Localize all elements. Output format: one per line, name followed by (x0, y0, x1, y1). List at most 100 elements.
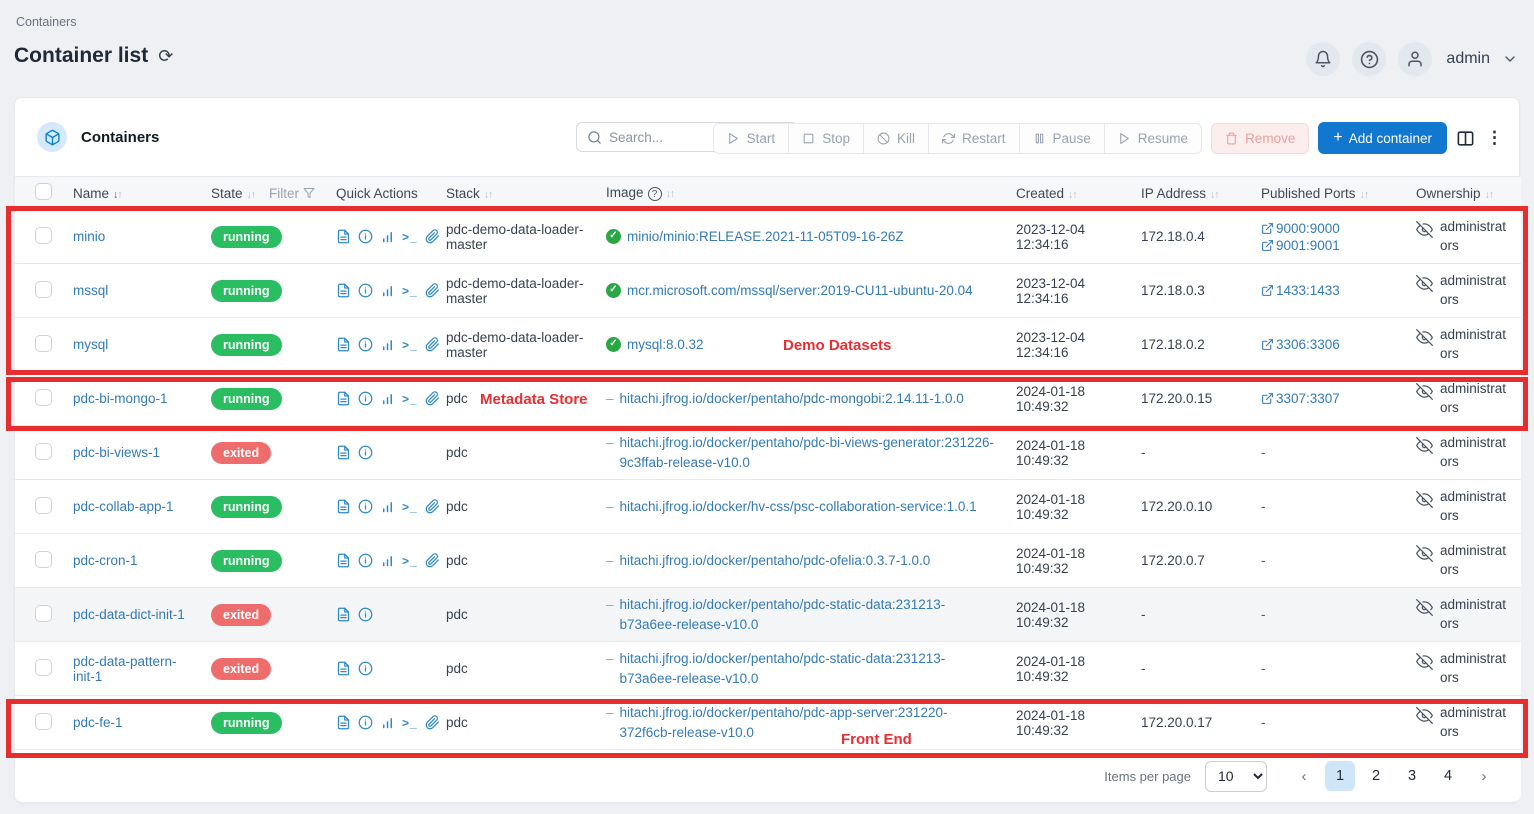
published-port-link[interactable]: 3307:3307 (1261, 391, 1340, 406)
logs-icon[interactable] (336, 391, 351, 406)
row-checkbox[interactable] (35, 443, 52, 460)
row-checkbox[interactable] (35, 281, 52, 298)
refresh-icon[interactable]: ⟳ (158, 46, 173, 67)
resume-button[interactable]: Resume (1104, 124, 1201, 153)
image-link[interactable]: mcr.microsoft.com/mssql/server:2019-CU11… (627, 281, 973, 301)
inspect-icon[interactable] (358, 499, 373, 514)
kebab-menu-icon[interactable]: ⋮ (1484, 128, 1505, 148)
console-icon[interactable]: >_ (402, 392, 418, 406)
image-link[interactable]: minio/minio:RELEASE.2021-11-05T09-16-26Z (627, 227, 904, 247)
row-checkbox[interactable] (35, 497, 52, 514)
column-header-created[interactable]: Created↓↑ (1006, 186, 1131, 201)
image-help-icon[interactable]: ? (648, 187, 662, 201)
column-header-name[interactable]: Name↓↑ (63, 186, 201, 201)
container-name-link[interactable]: pdc-collab-app-1 (73, 499, 174, 514)
logs-icon[interactable] (336, 715, 351, 730)
columns-settings-icon[interactable] (1456, 129, 1475, 148)
console-icon[interactable]: >_ (402, 716, 418, 730)
pause-button[interactable]: Pause (1019, 124, 1104, 153)
column-header-stack[interactable]: Stack↓↑ (436, 186, 596, 201)
state-filter[interactable]: Filter (269, 186, 315, 201)
remove-button[interactable]: Remove (1211, 123, 1309, 154)
stop-button[interactable]: Stop (788, 124, 863, 153)
logs-icon[interactable] (336, 661, 351, 676)
inspect-icon[interactable] (358, 607, 373, 622)
stats-icon[interactable] (380, 499, 395, 514)
notifications-button[interactable] (1306, 42, 1340, 76)
image-link[interactable]: mysql:8.0.32 (627, 335, 704, 355)
user-menu-button[interactable] (1398, 42, 1432, 76)
items-per-page-select[interactable]: 10 (1205, 761, 1267, 792)
image-link[interactable]: hitachi.jfrog.io/docker/pentaho/pdc-mong… (620, 389, 964, 409)
container-name-link[interactable]: pdc-bi-mongo-1 (73, 391, 168, 406)
container-name-link[interactable]: pdc-cron-1 (73, 553, 138, 568)
console-icon[interactable]: >_ (402, 554, 418, 568)
inspect-icon[interactable] (358, 391, 373, 406)
pagination-page-2[interactable]: 2 (1361, 761, 1391, 791)
image-link[interactable]: hitachi.jfrog.io/docker/pentaho/pdc-bi-v… (620, 433, 998, 472)
stats-icon[interactable] (380, 283, 395, 298)
select-all-checkbox[interactable] (35, 183, 52, 200)
published-port-link[interactable]: 3306:3306 (1261, 337, 1340, 352)
row-checkbox[interactable] (35, 551, 52, 568)
breadcrumb[interactable]: Containers (16, 15, 76, 29)
logs-icon[interactable] (336, 337, 351, 352)
column-header-image[interactable]: Image?↓↑ (596, 185, 1006, 202)
image-link[interactable]: hitachi.jfrog.io/docker/hv-css/psc-colla… (620, 497, 977, 517)
stats-icon[interactable] (380, 553, 395, 568)
logs-icon[interactable] (336, 445, 351, 460)
console-icon[interactable]: >_ (402, 230, 418, 244)
inspect-icon[interactable] (358, 661, 373, 676)
logs-icon[interactable] (336, 607, 351, 622)
stats-icon[interactable] (380, 391, 395, 406)
image-link[interactable]: hitachi.jfrog.io/docker/pentaho/pdc-app-… (620, 703, 998, 742)
add-container-button[interactable]: + Add container (1318, 122, 1447, 154)
inspect-icon[interactable] (358, 553, 373, 568)
inspect-icon[interactable] (358, 445, 373, 460)
row-checkbox[interactable] (35, 389, 52, 406)
published-port-link[interactable]: 9000:9000 (1261, 221, 1340, 236)
container-name-link[interactable]: minio (73, 229, 105, 244)
image-link[interactable]: hitachi.jfrog.io/docker/pentaho/pdc-stat… (620, 649, 998, 688)
pagination-prev[interactable]: ‹ (1289, 761, 1319, 791)
container-name-link[interactable]: pdc-data-dict-init-1 (73, 607, 185, 622)
start-button[interactable]: Start (714, 124, 789, 153)
pagination-next[interactable]: › (1469, 761, 1499, 791)
image-link[interactable]: hitachi.jfrog.io/docker/pentaho/pdc-ofel… (620, 551, 931, 571)
row-checkbox[interactable] (35, 713, 52, 730)
container-name-link[interactable]: mysql (73, 337, 108, 352)
console-icon[interactable]: >_ (402, 500, 418, 514)
column-header-ip[interactable]: IP Address↓↑ (1131, 186, 1251, 201)
row-checkbox[interactable] (35, 605, 52, 622)
kill-button[interactable]: Kill (863, 124, 928, 153)
image-link[interactable]: hitachi.jfrog.io/docker/pentaho/pdc-stat… (620, 595, 998, 634)
row-checkbox[interactable] (35, 227, 52, 244)
help-button[interactable] (1352, 42, 1386, 76)
logs-icon[interactable] (336, 283, 351, 298)
stats-icon[interactable] (380, 715, 395, 730)
console-icon[interactable]: >_ (402, 338, 418, 352)
container-name-link[interactable]: pdc-data-pattern-init-1 (73, 654, 177, 684)
inspect-icon[interactable] (358, 229, 373, 244)
stats-icon[interactable] (380, 229, 395, 244)
row-checkbox[interactable] (35, 335, 52, 352)
container-name-link[interactable]: pdc-bi-views-1 (73, 445, 160, 460)
column-header-ports[interactable]: Published Ports↓↑ (1251, 186, 1406, 201)
published-port-link[interactable]: 9001:9001 (1261, 238, 1340, 253)
chevron-down-icon[interactable] (1502, 51, 1518, 67)
pagination-page-1[interactable]: 1 (1325, 761, 1355, 791)
container-name-link[interactable]: pdc-fe-1 (73, 715, 123, 730)
console-icon[interactable]: >_ (402, 284, 418, 298)
stats-icon[interactable] (380, 337, 395, 352)
container-name-link[interactable]: mssql (73, 283, 108, 298)
pagination-page-4[interactable]: 4 (1433, 761, 1463, 791)
published-port-link[interactable]: 1433:1433 (1261, 283, 1340, 298)
restart-button[interactable]: Restart (928, 124, 1019, 153)
logs-icon[interactable] (336, 229, 351, 244)
row-checkbox[interactable] (35, 659, 52, 676)
inspect-icon[interactable] (358, 715, 373, 730)
pagination-page-3[interactable]: 3 (1397, 761, 1427, 791)
logs-icon[interactable] (336, 499, 351, 514)
inspect-icon[interactable] (358, 337, 373, 352)
inspect-icon[interactable] (358, 283, 373, 298)
